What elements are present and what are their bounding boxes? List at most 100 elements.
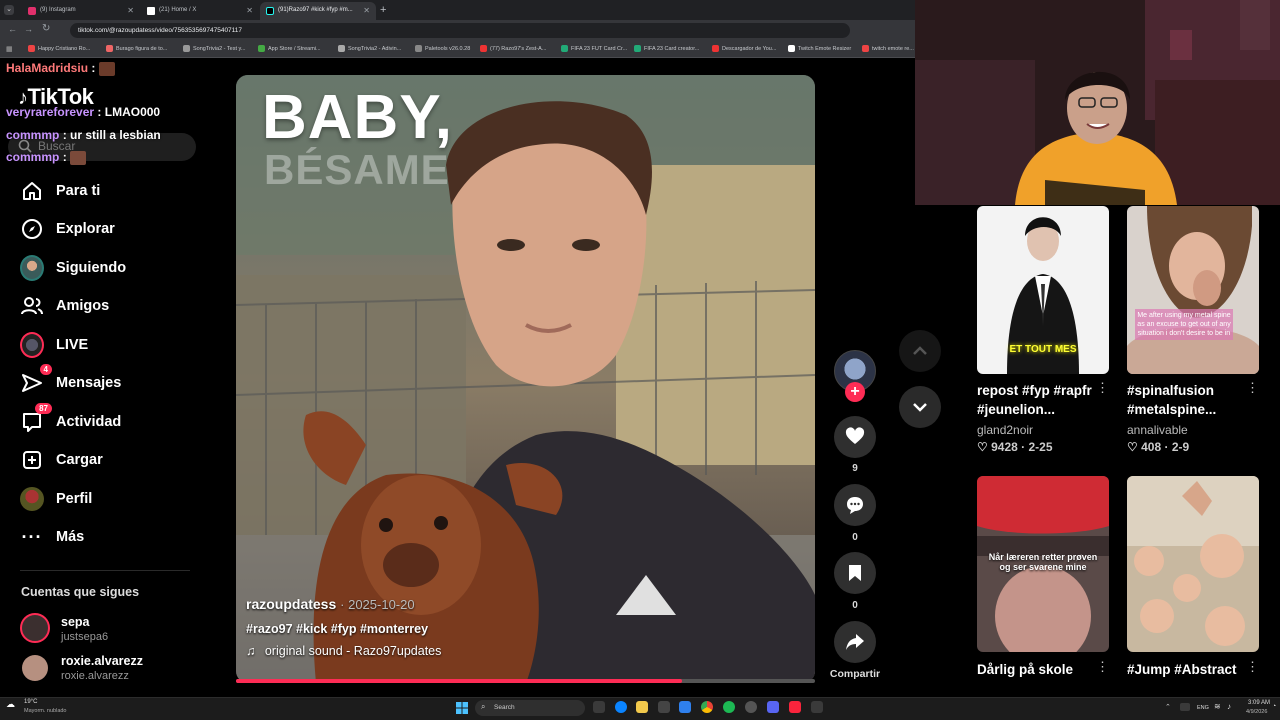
previous-video-button[interactable]: [899, 330, 941, 372]
feed-card-thumbnail[interactable]: [1127, 476, 1259, 652]
weather-icon[interactable]: ☁: [6, 699, 15, 710]
thumbnail-image: [1127, 206, 1259, 374]
close-icon[interactable]: ✕: [363, 6, 370, 15]
chat-message: commmp :: [6, 150, 87, 165]
more-icon: ···: [21, 526, 43, 547]
nav-item-cargar[interactable]: Cargar: [20, 445, 103, 475]
edge-icon[interactable]: [615, 701, 627, 713]
wifi-icon[interactable]: ≋: [1214, 702, 1221, 711]
bookmark-item[interactable]: SongTrivia2 - Adivin...: [338, 45, 401, 52]
feed-card-title[interactable]: #Jump #Abstract: [1127, 660, 1247, 679]
url-input[interactable]: tiktok.com/@razoupdatess/video/756353569…: [70, 23, 850, 38]
video-progress-track[interactable]: [236, 679, 815, 683]
discord-icon[interactable]: [767, 701, 779, 713]
feed-card-title[interactable]: #spinalfusion #metalspine...: [1127, 381, 1257, 419]
avatar[interactable]: [20, 613, 50, 643]
nav-item-siguiendo[interactable]: Siguiendo: [20, 253, 126, 283]
nav-item-perfil[interactable]: Perfil: [20, 484, 92, 514]
bookmark-favicon-icon: [415, 45, 422, 52]
feed-card-author[interactable]: gland2noir: [977, 423, 1033, 437]
spotify-icon[interactable]: [723, 701, 735, 713]
bookmark-item[interactable]: (77) Razo97's Zest-A...: [480, 45, 546, 52]
taskbar-search-label: Search: [494, 704, 515, 711]
nav-item-explorar[interactable]: Explorar: [20, 214, 115, 244]
volume-icon[interactable]: ♪: [1227, 702, 1231, 711]
obs-icon[interactable]: [745, 701, 757, 713]
language-indicator[interactable]: ENG: [1197, 705, 1209, 711]
save-button[interactable]: [834, 552, 876, 594]
feed-card-author[interactable]: annalivable: [1127, 423, 1188, 437]
like-button[interactable]: [834, 416, 876, 458]
follow-plus-icon[interactable]: +: [845, 382, 865, 402]
thumbnail-image: [1127, 476, 1259, 652]
apps-icon[interactable]: ▦: [6, 45, 14, 53]
video-hashtags[interactable]: #razo97 #kick #fyp #monterrey: [246, 622, 441, 636]
tray-overflow-icon[interactable]: ⌃: [1165, 703, 1171, 711]
forward-icon[interactable]: →: [24, 24, 33, 34]
bookmark-item[interactable]: Descargador de You...: [712, 45, 776, 52]
following-name[interactable]: roxie.alvarezz: [61, 654, 143, 668]
instagram-icon: [28, 7, 36, 15]
task-view-icon[interactable]: [593, 701, 605, 713]
next-video-button[interactable]: [899, 386, 941, 428]
share-button[interactable]: [834, 621, 876, 663]
video-author[interactable]: razoupdatess: [246, 596, 336, 612]
notification-bell-icon[interactable]: ◔: [1272, 703, 1276, 710]
reload-icon[interactable]: ↻: [42, 23, 50, 34]
bookmark-item[interactable]: SongTrivia2 - Test y...: [183, 45, 245, 52]
browser-tab-x[interactable]: (21) Home / X ✕: [141, 2, 259, 20]
more-options-icon[interactable]: ⋮: [1096, 659, 1109, 675]
mail-icon[interactable]: [679, 701, 691, 713]
bookmark-label: Happy Cristiano Ro...: [38, 45, 91, 52]
store-icon[interactable]: [658, 701, 670, 713]
tab-label: (21) Home / X: [159, 7, 197, 13]
tab-menu-button[interactable]: ⌄: [4, 5, 14, 15]
nav-item-live[interactable]: LIVE: [20, 330, 88, 360]
avatar[interactable]: [22, 655, 48, 681]
bookmark-item[interactable]: App Store / Streami...: [258, 45, 321, 52]
tray-app-icon[interactable]: [1180, 703, 1190, 711]
video-sound[interactable]: original sound - Razo97updates: [265, 644, 442, 658]
bookmark-item[interactable]: Paletools v26.0.28: [415, 45, 470, 52]
bookmark-item[interactable]: FIFA 23 FUT Card Cr...: [561, 45, 627, 52]
more-options-icon[interactable]: ⋮: [1096, 380, 1109, 396]
share-arrow-icon: [846, 634, 864, 650]
close-icon[interactable]: ✕: [127, 6, 134, 15]
nav-item-amigos[interactable]: Amigos: [20, 291, 109, 321]
comment-button[interactable]: [834, 484, 876, 526]
weather-temp[interactable]: 19°C: [24, 699, 37, 705]
more-options-icon[interactable]: ⋮: [1246, 659, 1259, 675]
send-icon: 4: [20, 364, 52, 395]
feed-card-thumbnail[interactable]: [1127, 206, 1259, 374]
video-caption: razoupdatess · 2025-10-20 #razo97 #kick …: [246, 596, 442, 658]
nav-item-mensajes[interactable]: 4 Mensajes: [20, 364, 121, 398]
compass-icon: [20, 217, 44, 241]
new-tab-button[interactable]: +: [380, 4, 386, 16]
browser-tab-tiktok[interactable]: (91)Razo97 #kick #fyp #m... ✕: [260, 2, 376, 20]
search-icon: ⌕: [481, 702, 486, 711]
feed-card-title[interactable]: repost #fyp #rapfr #jeunelion...: [977, 381, 1107, 419]
nav-item-mas[interactable]: ··· Más: [20, 522, 85, 552]
thumbnail-caption: Me after using my metal spine as an excu…: [1135, 309, 1233, 340]
app-icon[interactable]: [811, 701, 823, 713]
bookmark-item[interactable]: Twitch Emote Resizer: [788, 45, 851, 52]
chrome-icon[interactable]: [701, 701, 713, 713]
nav-item-para-ti[interactable]: Para ti: [20, 176, 100, 206]
file-explorer-icon[interactable]: [636, 701, 648, 713]
bookmark-label: Paletools v26.0.28: [425, 45, 471, 52]
feed-card-title[interactable]: Dårlig på skole: [977, 660, 1097, 679]
bookmark-item[interactable]: Happy Cristiano Ro...: [28, 45, 90, 52]
taskbar-search[interactable]: [475, 700, 585, 716]
music-icon[interactable]: [789, 701, 801, 713]
bookmark-item[interactable]: Burago figura de to...: [106, 45, 167, 52]
browser-tab-instagram[interactable]: (9) Instagram ✕: [22, 2, 140, 20]
following-name[interactable]: sepa: [61, 615, 90, 629]
more-options-icon[interactable]: ⋮: [1246, 380, 1259, 396]
back-icon[interactable]: ←: [8, 24, 17, 34]
clock-time[interactable]: 3:09 AM: [1248, 700, 1270, 706]
bookmark-item[interactable]: twitch emote re...: [862, 45, 914, 52]
nav-item-actividad[interactable]: 87 Actividad: [20, 403, 121, 437]
close-icon[interactable]: ✕: [246, 6, 253, 15]
bookmark-item[interactable]: FIFA 23 Card creator...: [634, 45, 699, 52]
windows-start-icon[interactable]: [456, 701, 468, 714]
